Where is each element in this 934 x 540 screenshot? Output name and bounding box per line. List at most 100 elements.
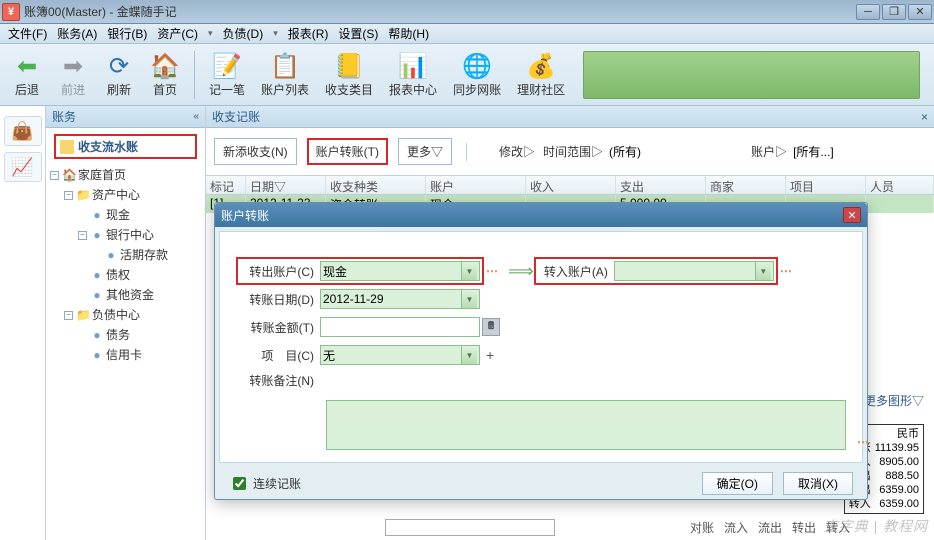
col-project[interactable]: 项目 [786, 176, 866, 194]
menu-accounts[interactable]: 账务(A) [53, 23, 101, 44]
col-mark[interactable]: 标记 [206, 176, 246, 194]
tree-credit-card[interactable]: ●信用卡 [50, 345, 201, 365]
note-textarea[interactable]: ⋯ [326, 400, 846, 450]
from-account-dropdown[interactable]: 现金▼ [320, 261, 480, 281]
dropdown-icon[interactable]: ▼ [461, 290, 477, 308]
window-controls: ─ ❐ ✕ [856, 4, 932, 20]
refresh-icon: ⟳ [104, 51, 134, 81]
pencil-icon [60, 140, 74, 154]
add-project-button[interactable]: + [480, 347, 500, 363]
sidebar-collapse-icon[interactable]: « [193, 111, 199, 122]
menu-settings[interactable]: 设置(S) [334, 23, 382, 44]
community-button[interactable]: 💰理财社区 [509, 49, 573, 100]
toolbar-ad-banner [583, 51, 920, 99]
new-income-expense-button[interactable]: 新添收支(N) [214, 138, 297, 165]
note-browse-button[interactable]: ⋯ [857, 435, 869, 449]
tree-debt-center[interactable]: −📁负债中心 [50, 305, 201, 325]
dialog-close-button[interactable]: ✕ [843, 207, 861, 223]
forward-arrow-icon: ➡ [58, 51, 88, 81]
col-acc[interactable]: 账户 [426, 176, 526, 194]
project-label: 项 目(C) [240, 347, 320, 364]
time-range-action[interactable]: 时间范围▷ [541, 141, 605, 162]
more-button[interactable]: 更多▽ [398, 138, 452, 165]
calculator-button[interactable]: 🖩 [482, 318, 500, 336]
dropdown-icon[interactable]: ▼ [461, 262, 477, 280]
forward-button[interactable]: ➡前进 [50, 49, 96, 100]
tree-asset-center[interactable]: −📁资产中心 [50, 185, 201, 205]
maximize-button[interactable]: ❐ [882, 4, 906, 20]
dropdown-icon[interactable]: ▼ [755, 262, 771, 280]
menu-bank[interactable]: 银行(B) [103, 23, 151, 44]
dialog-titlebar[interactable]: 账户转账 ✕ [215, 203, 867, 227]
col-cat[interactable]: 收支种类 [326, 176, 426, 194]
menu-assets[interactable]: 资产(C) [153, 23, 202, 44]
sync-globe-icon: 🌐 [462, 51, 492, 81]
time-range-value: (所有) [609, 143, 641, 160]
account-filter-action[interactable]: 账户▷ [749, 141, 789, 162]
menu-help[interactable]: 帮助(H) [384, 23, 433, 44]
tree-demand[interactable]: ●活期存款 [50, 245, 201, 265]
refresh-button[interactable]: ⟳刷新 [96, 49, 142, 100]
arrow-icon: ⟹ [504, 261, 538, 282]
col-income[interactable]: 收入 [526, 176, 616, 194]
col-merchant[interactable]: 商家 [706, 176, 786, 194]
transfer-amount-input[interactable] [320, 317, 480, 337]
from-account-label: 转出账户(C) [240, 263, 320, 280]
launcher-wallet[interactable]: 👜 [4, 116, 42, 146]
account-transfer-button[interactable]: 账户转账(T) [307, 138, 388, 165]
col-expense[interactable]: 支出 [616, 176, 706, 194]
account-tree: −🏠家庭首页 −📁资产中心 ●现金 −●银行中心 ●活期存款 ●债权 ●其他资金… [46, 159, 205, 365]
col-date[interactable]: 日期▽ [246, 176, 326, 194]
sidebar-title: 账务 [52, 108, 76, 125]
sidebar-header: 账务 « [46, 106, 205, 128]
note-label: 转账备注(N) [240, 372, 320, 389]
edit-action[interactable]: 修改▷ [497, 141, 537, 162]
transfer-dialog: 账户转账 ✕ 转出账户(C) 现金▼ ⋯ ⟹ 转入账户(A) ▼ ⋯ 转账日期(… [214, 202, 868, 500]
tree-credit-right[interactable]: ●债权 [50, 265, 201, 285]
project-dropdown[interactable]: 无▼ [320, 345, 480, 365]
cancel-button[interactable]: 取消(X) [783, 472, 853, 495]
coin-icon: 💰 [526, 51, 556, 81]
continue-checkbox[interactable]: 连续记账 [229, 474, 301, 493]
accountlist-button[interactable]: 📋账户列表 [253, 49, 317, 100]
launcher-chart[interactable]: 📈 [4, 152, 42, 182]
tree-bank-center[interactable]: −●银行中心 [50, 225, 201, 245]
button-row: 新添收支(N) 账户转账(T) 更多▽ 修改▷ 时间范围▷ (所有) 账户▷ [… [206, 128, 934, 175]
categories-button[interactable]: 📒收支类目 [317, 49, 381, 100]
window-title: 账簿00(Master) - 金蝶随手记 [24, 3, 177, 20]
transfer-date-input[interactable]: 2012-11-29▼ [320, 289, 480, 309]
from-browse-button[interactable]: ⋯ [480, 264, 504, 278]
chart-icon: 📊 [398, 51, 428, 81]
close-button[interactable]: ✕ [908, 4, 932, 20]
menubar: 文件(F) 账务(A) 银行(B) 资产(C)▾ 负债(D)▾ 报表(R) 设置… [0, 24, 934, 44]
tree-home[interactable]: −🏠家庭首页 [50, 165, 201, 185]
menu-reports[interactable]: 报表(R) [284, 23, 333, 44]
reportcenter-button[interactable]: 📊报表中心 [381, 49, 445, 100]
col-person[interactable]: 人员 [866, 176, 934, 194]
tree-cash[interactable]: ●现金 [50, 205, 201, 225]
dialog-title: 账户转账 [221, 207, 269, 224]
tab-title[interactable]: 收支记账 [212, 108, 260, 125]
home-icon: 🏠 [150, 51, 180, 81]
more-charts-link[interactable]: 更多图形▽ [864, 392, 924, 409]
to-account-dropdown[interactable]: ▼ [614, 261, 774, 281]
ok-button[interactable]: 确定(O) [702, 472, 773, 495]
to-browse-button[interactable]: ⋯ [774, 264, 798, 278]
grid-header: 标记 日期▽ 收支种类 账户 收入 支出 商家 项目 人员 [206, 175, 934, 195]
left-launcher: 👜 📈 [0, 106, 46, 540]
minimize-button[interactable]: ─ [856, 4, 880, 20]
dialog-footer: 连续记账 确定(O) 取消(X) [215, 467, 867, 499]
sidebar-cashflow-link[interactable]: 收支流水账 [54, 134, 197, 159]
back-arrow-icon: ⬅ [12, 51, 42, 81]
tree-debt[interactable]: ●债务 [50, 325, 201, 345]
tree-other-asset[interactable]: ●其他资金 [50, 285, 201, 305]
tab-close-icon[interactable]: × [921, 110, 928, 124]
back-button[interactable]: ⬅后退 [4, 49, 50, 100]
menu-debts[interactable]: 负债(D) [219, 23, 268, 44]
menu-file[interactable]: 文件(F) [4, 23, 51, 44]
syncnet-button[interactable]: 🌐同步网账 [445, 49, 509, 100]
dropdown-icon[interactable]: ▼ [461, 346, 477, 364]
newrecord-button[interactable]: 📝记一笔 [201, 49, 253, 100]
account-filter-value: [所有...] [793, 143, 834, 160]
home-button[interactable]: 🏠首页 [142, 49, 188, 100]
